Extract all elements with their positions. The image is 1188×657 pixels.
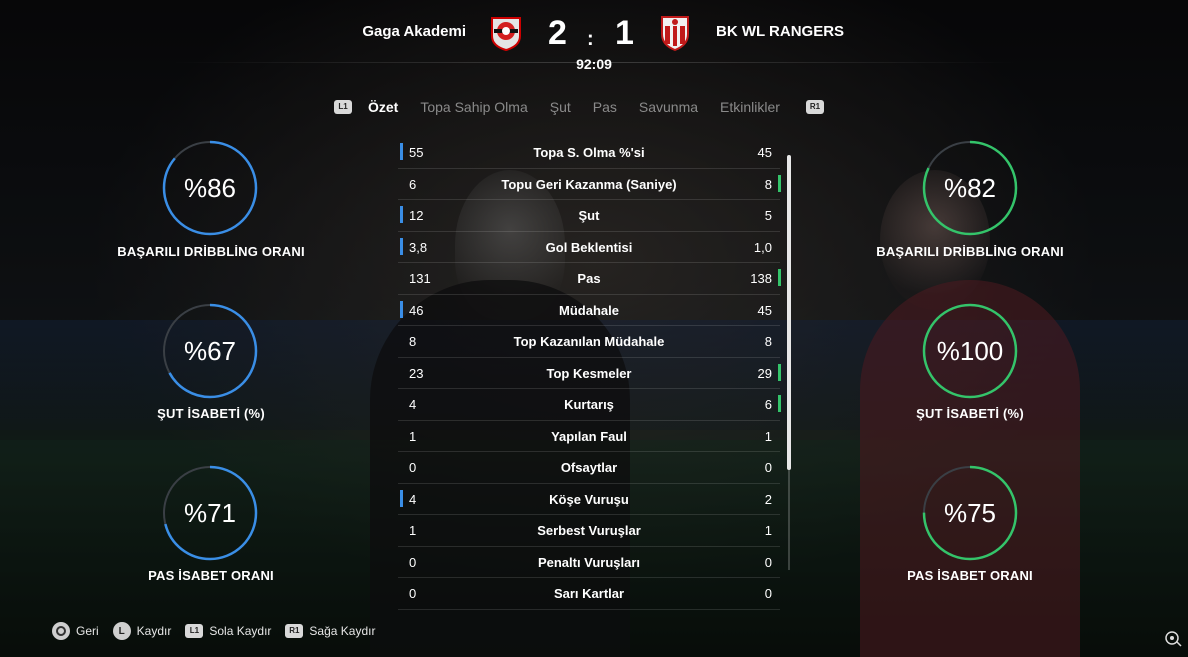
- l1-footer-icon: L1: [185, 624, 204, 638]
- stat-away-value: 1: [764, 523, 772, 538]
- away-shot-accuracy-value: %100: [936, 336, 1004, 366]
- stat-away-value: 6: [764, 397, 772, 412]
- home-dribble-ring: %86: [162, 140, 258, 236]
- stat-away-value: 45: [757, 302, 772, 318]
- away-team-crest-icon: [661, 16, 689, 52]
- stat-name: Köşe Vuruşu: [549, 491, 629, 507]
- match-clock: 92:09: [576, 56, 612, 72]
- away-score: 1: [615, 14, 634, 52]
- stats-tab-bar: L1 Özet Topa Sahip Olma Şut Pas Savunma …: [334, 96, 824, 118]
- away-shot-accuracy-ring: %100: [922, 303, 1018, 399]
- scroll-control[interactable]: L Kaydır: [112, 622, 172, 640]
- r1-footer-icon: R1: [285, 624, 304, 638]
- scroll-left-label: Sola Kaydır: [209, 624, 272, 638]
- l1-button-icon[interactable]: L1: [334, 100, 352, 114]
- back-label: Geri: [76, 624, 99, 638]
- away-pass-accuracy-ring: %75: [922, 465, 1018, 561]
- away-team-name: BK WL RANGERS: [716, 23, 845, 40]
- left-stick-icon: L: [112, 622, 131, 640]
- match-stats-table[interactable]: 55 Topa S. Olma %'si 45 6 Topu Geri Kazanma …: [398, 137, 781, 610]
- stat-row: 0 Ofsaytlar 0: [398, 452, 780, 484]
- tab-passing[interactable]: Pas: [593, 99, 617, 115]
- stat-row: 4 Köşe Vuruşu 2: [398, 484, 780, 515]
- stat-row: 55 Topa S. Olma %'si 45: [398, 137, 780, 169]
- stat-row: 23 Top Kesmeler 29: [398, 358, 781, 389]
- circle-button-icon: [52, 622, 70, 640]
- stat-name: Topa S. Olma %'si: [533, 145, 645, 160]
- network-status-icon: [1165, 631, 1182, 647]
- tab-summary[interactable]: Özet: [368, 99, 398, 115]
- stat-away-value: 5: [764, 208, 772, 223]
- stat-row: 6 Topu Geri Kazanma (Saniye) 8: [398, 169, 781, 200]
- stat-row: 0 Sarı Kartlar 0: [398, 578, 780, 610]
- stat-name: Müdahale: [559, 302, 619, 318]
- stat-name: Pas: [577, 271, 601, 286]
- stat-away-value: 1,0: [753, 239, 772, 255]
- stat-name: Ofsaytlar: [560, 460, 618, 475]
- home-pass-accuracy-label: PAS İSABET ORANI: [148, 568, 274, 583]
- stats-scrollbar-thumb[interactable]: [787, 155, 791, 470]
- stat-row: 0 Penaltı Vuruşları 0: [398, 547, 780, 578]
- away-dribble-label: BAŞARILI DRİBBLİNG ORANI: [876, 244, 1064, 259]
- stat-name: Kurtarış: [564, 397, 614, 412]
- away-dribble-ring: %82: [922, 140, 1018, 236]
- away-pass-accuracy-value: %75: [943, 498, 997, 528]
- stat-away-value: 0: [764, 554, 772, 570]
- back-control[interactable]: Geri: [52, 622, 99, 640]
- stats-scrollbar-track[interactable]: [788, 470, 790, 570]
- stat-row: 1 Serbest Vuruşlar 1: [398, 515, 780, 547]
- stat-row: 1 Yapılan Faul 1: [398, 421, 780, 452]
- home-shot-accuracy-label: ŞUT İSABETİ (%): [157, 406, 265, 421]
- home-dribble-value: %86: [183, 173, 237, 203]
- tab-shots[interactable]: Şut: [550, 99, 571, 115]
- away-dribble-value: %82: [943, 173, 997, 203]
- away-shot-accuracy-label: ŞUT İSABETİ (%): [916, 406, 1024, 421]
- stat-row: 4 Kurtarış 6: [398, 389, 781, 421]
- tab-defence[interactable]: Savunma: [639, 99, 698, 115]
- scoreboard: Gaga Akademi 2 : 1 BK WL RANGERS: [0, 14, 1188, 54]
- stat-name: Topu Geri Kazanma (Saniye): [501, 176, 677, 192]
- scroll-label: Kaydır: [136, 624, 172, 638]
- stat-name: Şut: [578, 208, 600, 223]
- stat-away-value: 0: [764, 586, 772, 601]
- r1-button-icon[interactable]: R1: [805, 100, 824, 114]
- stat-row: 12 Şut 5: [398, 200, 780, 232]
- scroll-right-control[interactable]: R1 Sağa Kaydır: [285, 624, 375, 638]
- stat-away-value: 0: [764, 460, 772, 475]
- controls-legend: Geri L Kaydır L1 Sola Kaydır R1 Sağa Kay…: [52, 620, 389, 642]
- scroll-left-control[interactable]: L1 Sola Kaydır: [185, 624, 271, 638]
- stat-away-value: 8: [764, 176, 772, 192]
- stat-away-value: 8: [764, 334, 772, 349]
- home-shot-accuracy-value: %67: [183, 336, 237, 366]
- home-dribble-label: BAŞARILI DRİBBLİNG ORANI: [117, 244, 305, 259]
- stat-away-value: 45: [757, 145, 772, 160]
- tab-possession[interactable]: Topa Sahip Olma: [420, 99, 527, 115]
- stat-away-value: 1: [764, 428, 772, 444]
- home-team-crest-icon: [491, 17, 521, 52]
- away-pass-accuracy-label: PAS İSABET ORANI: [907, 568, 1033, 583]
- stat-name: Penaltı Vuruşları: [537, 554, 641, 570]
- home-pass-accuracy-value: %71: [183, 498, 237, 528]
- home-score: 2: [548, 14, 567, 52]
- stat-name: Serbest Vuruşlar: [537, 523, 641, 538]
- score-separator: :: [587, 28, 594, 50]
- scroll-right-label: Sağa Kaydır: [309, 624, 376, 638]
- stat-name: Top Kazanılan Müdahale: [513, 334, 665, 349]
- tab-events[interactable]: Etkinlikler: [720, 99, 780, 115]
- home-team-name: Gaga Akademi: [362, 23, 466, 40]
- stat-away-value: 138: [750, 271, 772, 286]
- home-shot-accuracy-ring: %67: [162, 303, 258, 399]
- stat-row: 8 Top Kazanılan Müdahale 8: [398, 326, 780, 358]
- stat-row: 46 Müdahale 45: [398, 295, 780, 326]
- home-pass-accuracy-ring: %71: [162, 465, 258, 561]
- stat-name: Gol Beklentisi: [545, 239, 633, 255]
- stat-row: 131 Pas 138: [398, 263, 781, 295]
- stat-row: 3,8 Gol Beklentisi 1,0: [398, 232, 780, 263]
- stat-name: Sarı Kartlar: [553, 586, 625, 601]
- stat-away-value: 2: [764, 491, 772, 507]
- stat-name: Top Kesmeler: [546, 365, 632, 381]
- stat-name: Yapılan Faul: [551, 428, 627, 444]
- stat-away-value: 29: [757, 365, 772, 381]
